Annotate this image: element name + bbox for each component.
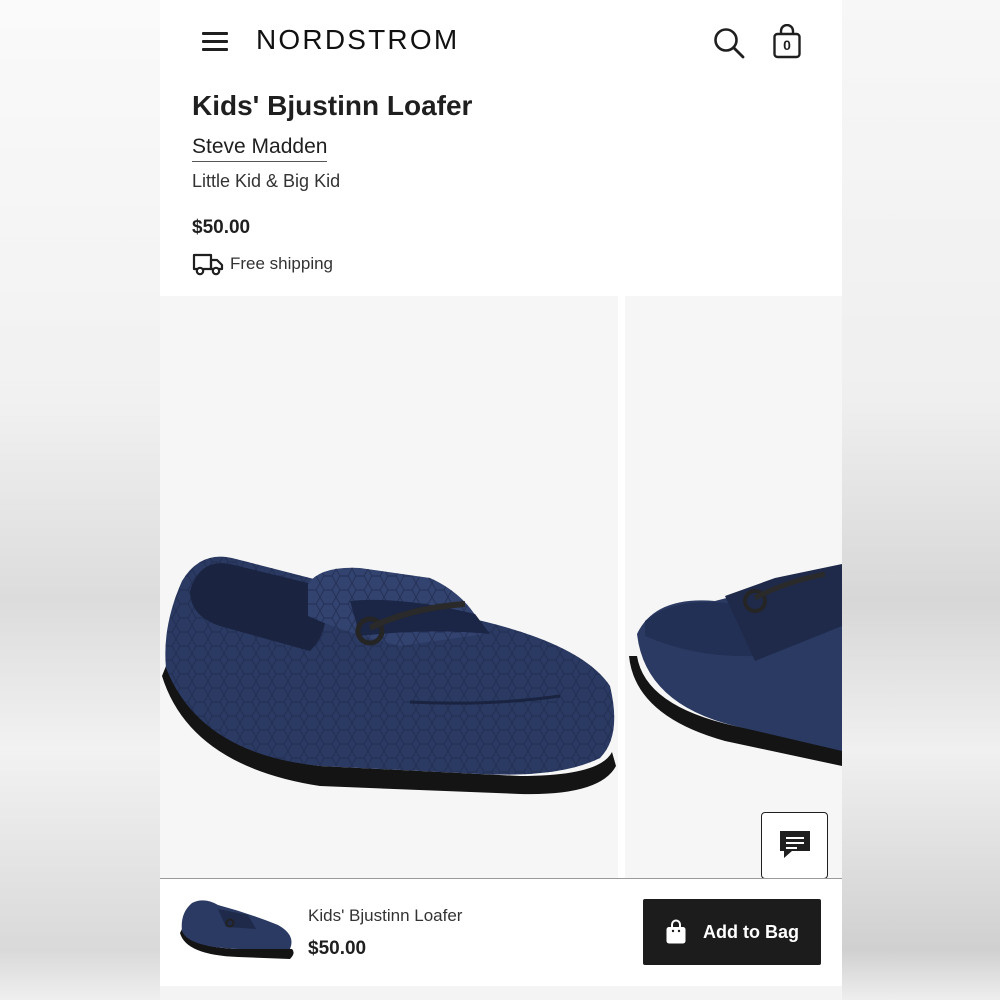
product-price: $50.00 bbox=[192, 217, 251, 238]
site-header: NORDSTROM 0 bbox=[160, 0, 842, 84]
nordstrom-logo[interactable]: NORDSTROM bbox=[256, 24, 459, 56]
product-photo-next[interactable] bbox=[625, 296, 842, 878]
brand-link[interactable]: Steve Madden bbox=[192, 135, 328, 162]
menu-icon[interactable] bbox=[202, 28, 230, 54]
chat-button[interactable] bbox=[761, 812, 828, 879]
product-title: Kids' Bjustinn Loafer bbox=[192, 90, 473, 121]
bag-count-badge: 0 bbox=[783, 37, 791, 53]
blurred-backdrop-left bbox=[0, 0, 160, 1000]
sticky-add-to-bag-bar: Kids' Bjustinn Loafer $50.00 Add to Bag bbox=[160, 878, 842, 986]
product-photo-main[interactable] bbox=[160, 296, 618, 878]
product-page: NORDSTROM 0 Kids' Bjustinn Loafer Steve … bbox=[160, 0, 842, 1000]
add-to-bag-button[interactable]: Add to Bag bbox=[643, 899, 821, 965]
product-image-carousel[interactable] bbox=[160, 296, 842, 878]
bottom-strip bbox=[160, 986, 842, 1000]
sticky-product-title: Kids' Bjustinn Loafer bbox=[308, 906, 463, 925]
product-size-range: Little Kid & Big Kid bbox=[192, 171, 341, 191]
blurred-backdrop-right bbox=[842, 0, 1000, 1000]
shopping-bag-icon[interactable]: 0 bbox=[772, 23, 802, 60]
sticky-product-price: $50.00 bbox=[308, 938, 367, 959]
search-icon[interactable] bbox=[712, 26, 746, 60]
product-thumbnail bbox=[178, 893, 296, 963]
shipping-info: Free shipping bbox=[192, 250, 333, 278]
add-to-bag-label: Add to Bag bbox=[703, 921, 799, 942]
shopping-bag-icon bbox=[666, 919, 686, 944]
truck-icon bbox=[192, 253, 224, 276]
free-shipping-label: Free shipping bbox=[230, 254, 334, 273]
